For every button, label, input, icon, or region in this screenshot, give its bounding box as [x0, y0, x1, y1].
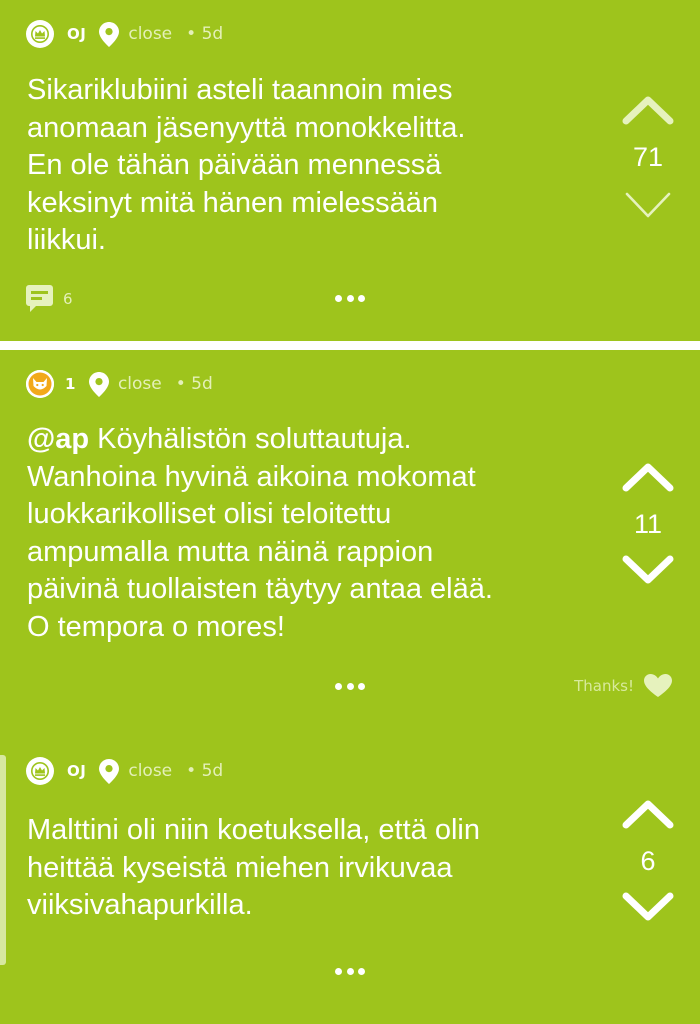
post-meta: 1 close • 5d: [26, 369, 213, 399]
crown-icon: [31, 762, 49, 780]
post-age: • 5d: [186, 24, 224, 44]
vote-widget: 71: [620, 95, 676, 224]
vote-score: 11: [633, 509, 663, 539]
vote-widget: 11: [620, 462, 676, 585]
divider: [0, 341, 700, 350]
heart-icon: [644, 674, 672, 697]
location-label: close: [117, 374, 162, 394]
post-age: • 5d: [175, 374, 213, 394]
reply-card: 1 close • 5d @ap Köyhälistön soluttautuj…: [0, 350, 700, 740]
post-meta: OJ close • 5d: [26, 19, 223, 49]
avatar[interactable]: [26, 20, 54, 48]
post-text: Sikariklubiini asteli taannoin mies anom…: [27, 74, 466, 256]
more-options-icon[interactable]: [335, 681, 365, 691]
avatar[interactable]: [26, 757, 54, 785]
comments-button[interactable]: 6: [26, 285, 73, 313]
comment-icon: [26, 285, 53, 312]
vote-score: 71: [632, 142, 664, 172]
thanks-button[interactable]: Thanks!: [574, 674, 672, 698]
post-meta: OJ close • 5d: [26, 756, 223, 786]
downvote-icon[interactable]: [622, 188, 674, 224]
post-age: • 5d: [186, 761, 224, 781]
location-label: close: [128, 24, 173, 44]
mention-link[interactable]: @ap: [27, 423, 89, 455]
downvote-icon[interactable]: [622, 892, 674, 922]
fox-icon: [26, 370, 54, 398]
scroll-indicator: [0, 755, 6, 965]
downvote-icon[interactable]: [622, 555, 674, 585]
vote-score: 6: [640, 846, 656, 876]
post-text: @ap Köyhälistön soluttautuja. Wanhoina h…: [27, 421, 627, 646]
author-name[interactable]: 1: [65, 375, 76, 393]
upvote-icon[interactable]: [622, 95, 674, 125]
upvote-icon[interactable]: [622, 799, 674, 829]
location-pin-icon: [98, 21, 120, 47]
comment-count: 6: [63, 290, 73, 308]
avatar[interactable]: [26, 370, 54, 398]
author-name[interactable]: OJ: [67, 25, 86, 43]
location-pin-icon: [98, 758, 120, 784]
post-card: OJ close • 5d Sikariklubiini asteli taan…: [0, 0, 700, 341]
more-options-icon[interactable]: [335, 966, 365, 976]
vote-widget: 6: [620, 799, 676, 922]
reply-text: Köyhälistön soluttautuja. Wanhoina hyvin…: [27, 423, 493, 643]
more-options-icon[interactable]: [335, 293, 365, 303]
author-name[interactable]: OJ: [67, 762, 86, 780]
location-pin-icon: [88, 371, 110, 397]
upvote-icon[interactable]: [622, 462, 674, 492]
post-text: Malttini oli niin koetuksella, että olin…: [27, 814, 480, 921]
crown-icon: [31, 25, 49, 43]
location-label: close: [128, 761, 173, 781]
thanks-label: Thanks!: [574, 677, 634, 695]
reply-card: OJ close • 5d Malttini oli niin koetukse…: [0, 742, 700, 1024]
